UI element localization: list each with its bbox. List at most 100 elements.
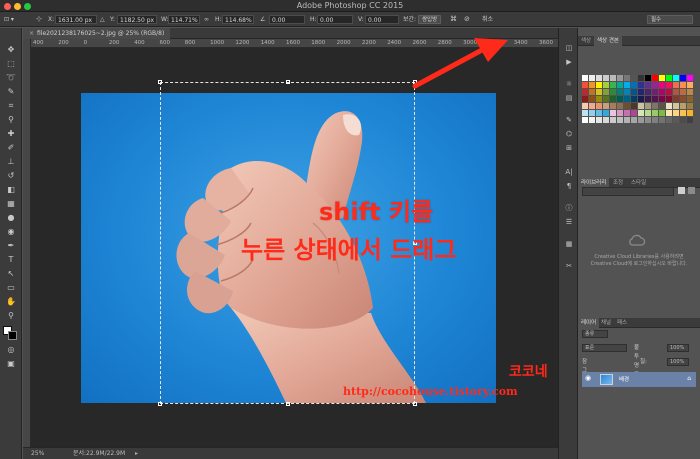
- swatches-grid[interactable]: [582, 75, 695, 130]
- color-swatch[interactable]: [589, 75, 595, 81]
- color-swatch[interactable]: [687, 117, 693, 123]
- color-swatch[interactable]: [680, 89, 686, 95]
- color-swatch[interactable]: [666, 96, 672, 102]
- opacity-field[interactable]: 100%: [667, 344, 689, 352]
- color-swatch[interactable]: [624, 117, 630, 123]
- color-swatch[interactable]: [617, 103, 623, 109]
- color-swatch[interactable]: [617, 89, 623, 95]
- color-swatch[interactable]: [645, 89, 651, 95]
- color-swatch[interactable]: [589, 89, 595, 95]
- info-panel-icon[interactable]: ⓘ: [563, 202, 575, 214]
- visibility-eye-icon[interactable]: ◉: [585, 374, 591, 382]
- color-swatch[interactable]: [673, 96, 679, 102]
- color-swatch[interactable]: [589, 110, 595, 116]
- eraser-tool-icon[interactable]: ◧: [5, 184, 17, 196]
- color-swatch[interactable]: [687, 110, 693, 116]
- color-swatch[interactable]: [680, 117, 686, 123]
- hand-tool-icon[interactable]: ✋: [5, 296, 17, 308]
- rectangle-tool-icon[interactable]: ▭: [5, 282, 17, 294]
- gradient-tool-icon[interactable]: ▦: [5, 198, 17, 210]
- color-swatch[interactable]: [666, 117, 672, 123]
- color-swatch[interactable]: [596, 117, 602, 123]
- library-select[interactable]: [582, 187, 674, 196]
- color-swatch[interactable]: [624, 75, 630, 81]
- history-brush-tool-icon[interactable]: ↺: [5, 170, 17, 182]
- color-swatch[interactable]: [659, 89, 665, 95]
- stamp-tool-icon[interactable]: ⊥: [5, 156, 17, 168]
- color-swatch[interactable]: [645, 82, 651, 88]
- color-swatch[interactable]: [610, 103, 616, 109]
- color-swatch[interactable]: [610, 117, 616, 123]
- color-swatch[interactable]: [666, 82, 672, 88]
- color-swatch[interactable]: [582, 82, 588, 88]
- quick-select-tool-icon[interactable]: ✎: [5, 86, 17, 98]
- color-swatch[interactable]: [659, 75, 665, 81]
- character-panel-icon[interactable]: A|: [563, 166, 575, 178]
- y-position-field[interactable]: 1182.50 px: [117, 15, 157, 24]
- color-swatch[interactable]: [603, 110, 609, 116]
- vertical-ruler[interactable]: [23, 39, 31, 447]
- color-swatch[interactable]: [638, 103, 644, 109]
- transform-handle-top-left[interactable]: [158, 80, 162, 84]
- color-swatch[interactable]: [589, 117, 595, 123]
- color-swatch[interactable]: [617, 96, 623, 102]
- document-tab[interactable]: × file2021238176025~2.jpg @ 25% (RGB/8): [23, 28, 171, 39]
- color-swatch[interactable]: [624, 82, 630, 88]
- color-swatch[interactable]: [687, 82, 693, 88]
- cancel-transform-icon[interactable]: ⊘: [464, 15, 470, 24]
- link-icon[interactable]: ∞: [204, 15, 209, 24]
- x-position-field[interactable]: 1631.00 px: [55, 15, 97, 24]
- eyedropper-tool-icon[interactable]: ⚲: [5, 114, 17, 126]
- color-swatch[interactable]: [603, 96, 609, 102]
- color-swatch[interactable]: [624, 110, 630, 116]
- color-swatch[interactable]: [603, 75, 609, 81]
- color-swatch[interactable]: [652, 96, 658, 102]
- color-swatch[interactable]: [673, 110, 679, 116]
- horizontal-ruler[interactable]: 400 200 0 200 400 600 800 1000 1200 1400 1600 1800 2…: [31, 39, 558, 48]
- color-swatch[interactable]: [638, 75, 644, 81]
- paragraph-panel-icon[interactable]: ¶: [563, 180, 575, 192]
- zoom-tool-icon[interactable]: ⚲: [5, 310, 17, 322]
- grid-view-icon[interactable]: [678, 187, 685, 194]
- color-swatch[interactable]: [638, 96, 644, 102]
- color-swatch[interactable]: [610, 89, 616, 95]
- canvas-area[interactable]: shift 키를 누른 상태에서 드래그 코코네 http://cocohous…: [31, 48, 558, 447]
- layer-row[interactable]: ◉ 배경 ⌂: [582, 372, 696, 387]
- color-swatch[interactable]: [617, 110, 623, 116]
- color-swatch[interactable]: [624, 96, 630, 102]
- color-swatch[interactable]: [624, 89, 630, 95]
- color-swatch[interactable]: [645, 110, 651, 116]
- color-swatch[interactable]: [610, 75, 616, 81]
- workspace-select[interactable]: 필수: [647, 15, 693, 24]
- color-swatch[interactable]: [596, 75, 602, 81]
- color-swatch[interactable]: [631, 82, 637, 88]
- tab-swatches[interactable]: 색상 견본: [594, 36, 622, 46]
- tab-channels[interactable]: 채널: [598, 318, 614, 328]
- tool-presets-panel-icon[interactable]: ✂: [563, 260, 575, 272]
- vertical-skew-field[interactable]: 0.00: [365, 15, 399, 24]
- dodge-tool-icon[interactable]: ◉: [5, 226, 17, 238]
- color-swatch[interactable]: [680, 103, 686, 109]
- reference-point-icon[interactable]: ⊹: [36, 15, 42, 24]
- color-swatch[interactable]: [589, 82, 595, 88]
- color-swatch[interactable]: [680, 96, 686, 102]
- color-swatch[interactable]: [680, 75, 686, 81]
- color-swatch[interactable]: [617, 117, 623, 123]
- color-swatch[interactable]: [631, 110, 637, 116]
- color-swatch[interactable]: [638, 117, 644, 123]
- color-swatch[interactable]: [673, 75, 679, 81]
- actions-panel-icon[interactable]: ▶: [563, 56, 575, 68]
- fill-field[interactable]: 100%: [667, 358, 689, 366]
- color-swatch[interactable]: [631, 117, 637, 123]
- pen-tool-icon[interactable]: ✒: [5, 240, 17, 252]
- color-swatch[interactable]: [610, 82, 616, 88]
- delta-icon[interactable]: △: [100, 15, 105, 24]
- transform-handle-top-center[interactable]: [286, 80, 290, 84]
- quick-mask-icon[interactable]: ◎: [5, 344, 17, 356]
- blur-tool-icon[interactable]: ●: [5, 212, 17, 224]
- properties-panel-icon[interactable]: ☰: [563, 216, 575, 228]
- color-swatch[interactable]: [624, 103, 630, 109]
- color-swatch[interactable]: [596, 82, 602, 88]
- color-swatch[interactable]: [673, 103, 679, 109]
- clone-source-panel-icon[interactable]: ⊞: [563, 142, 575, 154]
